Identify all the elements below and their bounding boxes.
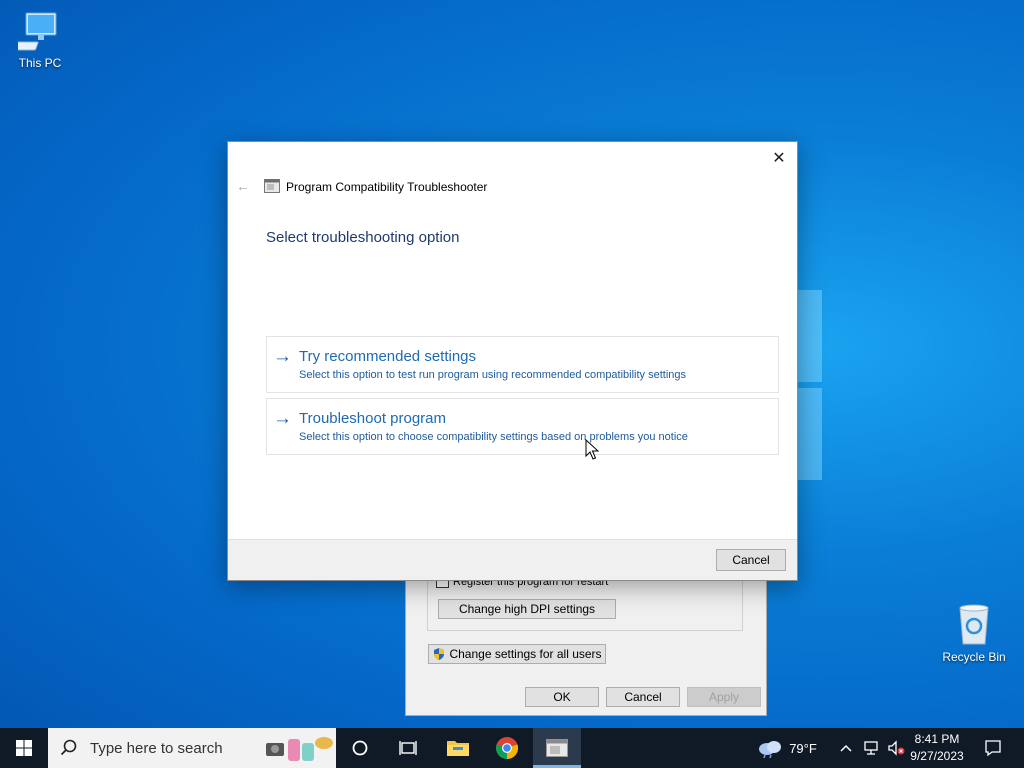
windows-logo-icon <box>16 740 32 756</box>
option-description: Select this option to choose compatibili… <box>299 431 688 443</box>
apply-button: Apply <box>687 687 761 707</box>
desktop-icon-label: Recycle Bin <box>942 650 1006 664</box>
cortana-button[interactable] <box>338 728 382 768</box>
network-tray-icon[interactable] <box>860 728 882 768</box>
desktop-icon-recycle-bin[interactable]: Recycle Bin <box>936 602 1012 664</box>
clock-time: 8:41 PM <box>914 732 960 746</box>
search-placeholder: Type here to search <box>90 739 223 757</box>
cortana-circle-icon <box>352 740 368 756</box>
option-title: Troubleshoot program <box>299 410 447 427</box>
cancel-button[interactable]: Cancel <box>716 549 786 571</box>
taskbar: Type here to search 79°F 8:41 PM 9/27/20… <box>0 728 1024 768</box>
recycle-bin-icon <box>959 604 989 645</box>
back-arrow-icon: ← <box>236 178 250 194</box>
ok-label: OK <box>553 690 571 704</box>
troubleshooter-dialog: ✕ ← Program Compatibility Troubleshooter… <box>227 141 798 581</box>
properties-cancel-label: Cancel <box>624 690 662 704</box>
start-button[interactable] <box>0 728 48 768</box>
troubleshooter-app-icon <box>546 739 568 757</box>
computer-icon <box>18 12 57 51</box>
option-title: Try recommended settings <box>299 348 477 365</box>
change-settings-all-users-button[interactable]: Change settings for all users <box>428 644 606 664</box>
option-try-recommended-settings[interactable]: → Try recommended settings Select this o… <box>266 336 779 393</box>
dialog-footer: Cancel <box>228 539 797 580</box>
change-dpi-label: Change high DPI settings <box>458 602 596 616</box>
action-center-button[interactable] <box>978 728 1008 768</box>
change-dpi-button[interactable]: Change high DPI settings <box>438 599 616 619</box>
wallpaper-logo-pane <box>798 388 822 480</box>
arrow-right-icon: → <box>273 346 292 367</box>
chrome-button[interactable] <box>485 728 529 768</box>
arrow-right-icon: → <box>273 408 292 429</box>
search-icon <box>60 739 77 756</box>
troubleshooter-taskbar-button[interactable] <box>533 728 581 768</box>
folder-icon <box>447 741 469 756</box>
option-description: Select this option to test run program u… <box>299 369 687 381</box>
option-troubleshoot-program[interactable]: → Troubleshoot program Select this optio… <box>266 398 779 455</box>
show-hidden-icons-button[interactable] <box>836 728 856 768</box>
properties-cancel-button[interactable]: Cancel <box>606 687 680 707</box>
troubleshooter-app-icon <box>264 179 280 193</box>
wallpaper-logo-pane <box>798 290 822 382</box>
taskbar-search-box[interactable]: Type here to search <box>48 728 336 768</box>
page-heading: Select troubleshooting option <box>266 229 460 246</box>
desktop-icon-this-pc[interactable]: This PC <box>2 10 78 70</box>
desktop-icon-label: This PC <box>18 56 62 70</box>
notification-icon <box>985 740 1001 757</box>
cancel-label: Cancel <box>732 553 770 567</box>
task-view-icon <box>399 741 417 755</box>
weather-cloud-icon <box>759 741 782 758</box>
taskbar-clock[interactable]: 8:41 PM 9/27/2023 <box>902 731 972 765</box>
mouse-cursor-icon <box>585 439 599 460</box>
ok-button[interactable]: OK <box>525 687 599 707</box>
change-settings-all-users-label: Change settings for all users <box>449 647 602 661</box>
apply-label: Apply <box>708 690 740 704</box>
dialog-title: Program Compatibility Troubleshooter <box>286 180 488 194</box>
uac-shield-icon <box>434 648 445 660</box>
network-icon <box>864 741 878 755</box>
chrome-icon <box>495 737 519 760</box>
file-explorer-button[interactable] <box>436 728 480 768</box>
task-view-button[interactable] <box>386 728 430 768</box>
weather-temperature: 79°F <box>789 740 817 756</box>
search-highlight-image-icon <box>266 737 333 761</box>
chevron-up-icon <box>840 744 852 752</box>
clock-date: 9/27/2023 <box>910 749 964 763</box>
close-icon[interactable]: ✕ <box>769 148 789 168</box>
weather-widget[interactable]: 79°F <box>754 728 820 768</box>
compatibility-properties-window: Register this program for restart Change… <box>405 560 767 716</box>
